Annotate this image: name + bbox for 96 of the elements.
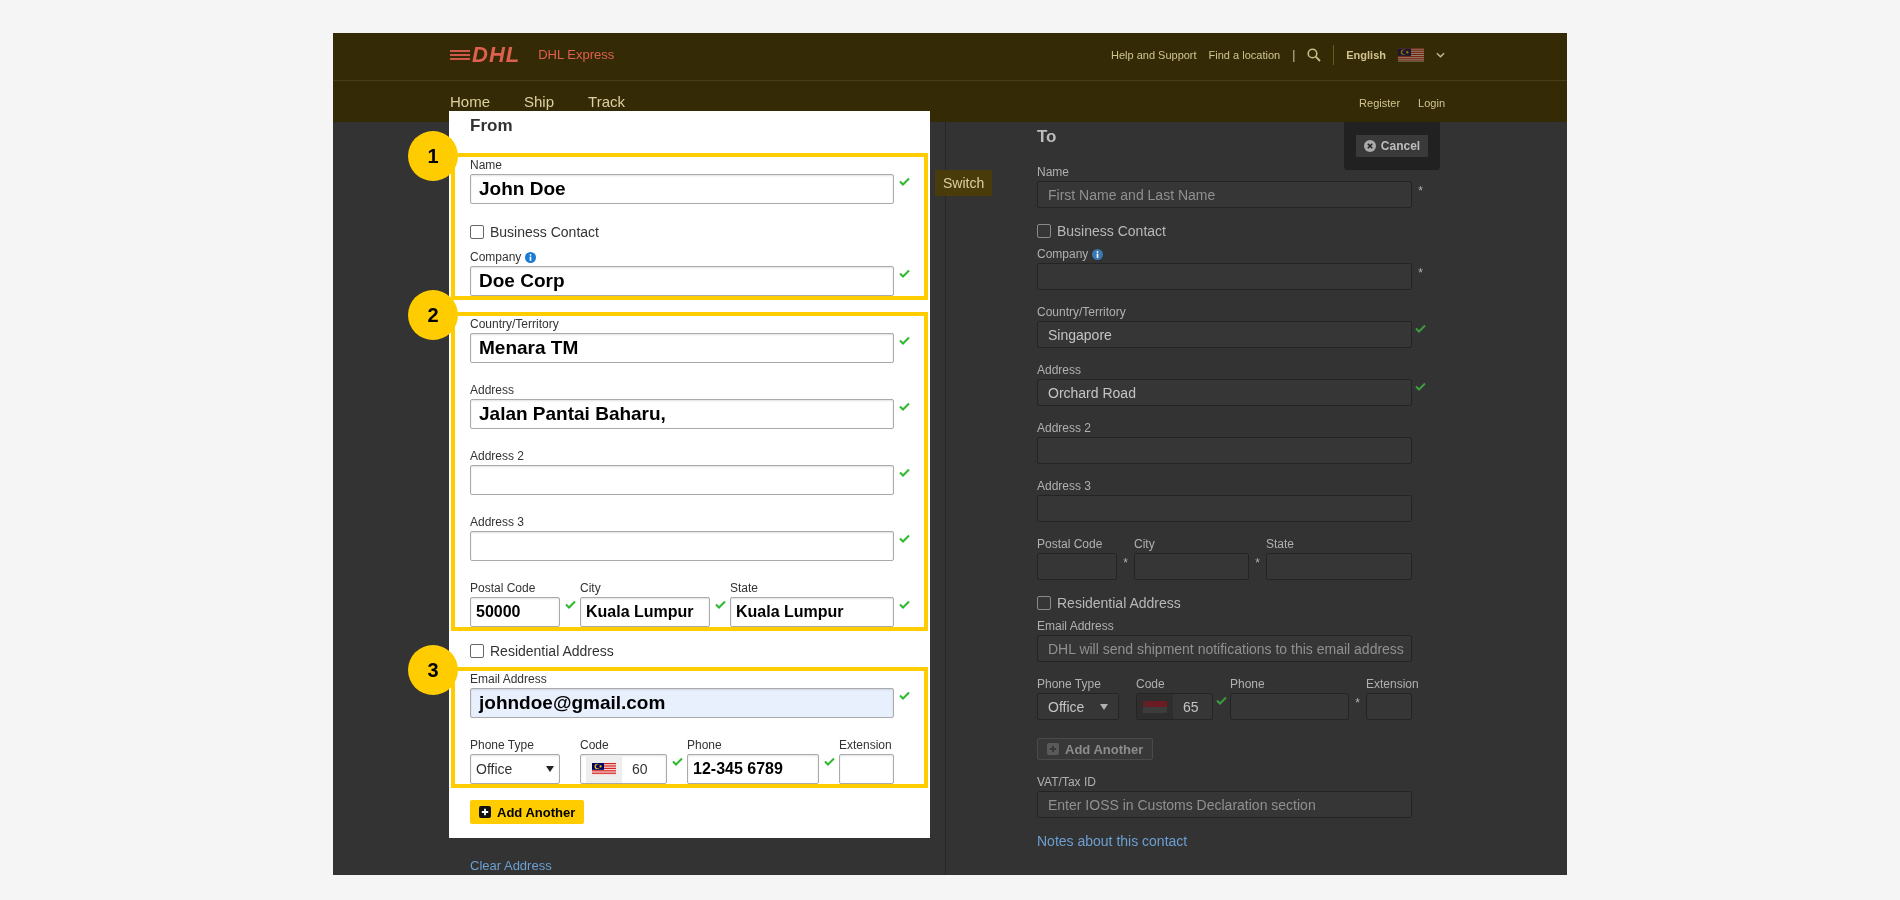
nav-link[interactable]: Ship	[524, 93, 555, 110]
field-label: Code	[580, 738, 610, 752]
checkbox-label[interactable]: Business Contact	[490, 224, 599, 240]
flag-icon	[1143, 700, 1167, 713]
separator-text: |	[1292, 47, 1296, 62]
checkbox-label[interactable]: Residential Address	[490, 643, 614, 659]
field-label: City	[580, 581, 602, 595]
input-field[interactable]: Enter IOSS in Customs Declaration section	[1037, 791, 1412, 818]
input-field[interactable]: 50000	[470, 597, 560, 627]
field-label: Extension	[839, 738, 893, 752]
field-label: State	[1266, 537, 1296, 551]
field-label: Email Address	[1037, 619, 1114, 633]
input-field[interactable]: johndoe@gmail.com	[470, 688, 894, 718]
field-label: Address 3	[1037, 479, 1092, 493]
field-label: Company	[470, 250, 522, 264]
plus-icon	[1047, 743, 1059, 755]
checkbox[interactable]	[470, 644, 484, 658]
input-field[interactable]: Singapore	[1037, 321, 1412, 348]
required-asterisk: *	[1418, 184, 1423, 198]
field-label: Phone Type	[1037, 677, 1102, 691]
switch-button[interactable]: Switch	[935, 170, 993, 196]
input-field[interactable]: Jalan Pantai Baharu,	[470, 399, 894, 429]
header-link[interactable]: Help and Support	[1110, 48, 1197, 61]
field-label: City	[1134, 537, 1156, 551]
step-number-badge: 2	[408, 290, 458, 340]
language-selector[interactable]: English	[1346, 48, 1386, 61]
required-asterisk: *	[1123, 556, 1128, 570]
logo-text[interactable]: DHL	[472, 41, 521, 68]
plus-icon	[479, 806, 491, 818]
input-field[interactable]: 60	[580, 754, 667, 784]
field-label: Name	[470, 158, 502, 172]
close-icon	[1363, 140, 1376, 152]
input-field[interactable]: 12-345 6789	[687, 754, 819, 784]
form-title: To	[1037, 128, 1057, 146]
checkbox[interactable]	[1037, 596, 1051, 610]
checkbox[interactable]	[470, 225, 484, 239]
field-label: Postal Code	[1037, 537, 1104, 551]
speed-lines-icon	[450, 48, 470, 61]
input-field[interactable]	[470, 531, 894, 561]
cancel-button[interactable]: Cancel	[1355, 135, 1429, 157]
notes-link[interactable]: Notes about this contact	[1037, 833, 1188, 849]
field-label: VAT/Tax ID	[1037, 775, 1096, 789]
input-field[interactable]: DHL will send shipment notifications to this email address	[1037, 635, 1412, 662]
field-label: Address 2	[1037, 421, 1092, 435]
field-label: Country/Territory	[470, 317, 559, 331]
field-label: Address	[1037, 363, 1082, 377]
checkbox[interactable]	[1037, 224, 1051, 238]
field-label: Company	[1037, 247, 1089, 261]
search-icon[interactable]	[1307, 47, 1322, 62]
field-label: State	[730, 581, 760, 595]
header-link[interactable]: Find a location	[1208, 48, 1281, 61]
field-label: Address 3	[470, 515, 525, 529]
flag-icon[interactable]	[1398, 47, 1424, 62]
field-label: Address	[470, 383, 515, 397]
input-field[interactable]: Orchard Road	[1037, 379, 1412, 406]
input-field[interactable]: 65	[1136, 693, 1213, 720]
nav-link[interactable]: Home	[450, 93, 490, 110]
chevron-down-icon[interactable]	[1436, 51, 1445, 58]
add-another-button[interactable]: Add Another	[470, 800, 585, 824]
field-label: Phone	[687, 738, 723, 752]
field-label: Address 2	[470, 449, 525, 463]
caret-down-icon	[1100, 703, 1108, 710]
input-field[interactable]: Menara TM	[470, 333, 894, 363]
field-label: Name	[1037, 165, 1069, 179]
brand-name: DHL Express	[538, 47, 615, 62]
select-field[interactable]: Office	[1037, 693, 1119, 720]
account-link[interactable]: Register	[1359, 97, 1401, 109]
info-icon[interactable]	[1092, 248, 1104, 260]
flag-icon	[592, 763, 616, 775]
field-label: Postal Code	[470, 581, 537, 595]
caret-down-icon	[546, 766, 554, 772]
input-field[interactable]: Kuala Lumpur	[730, 597, 894, 627]
field-label: Extension	[1366, 677, 1420, 691]
field-label: Country/Territory	[1037, 305, 1126, 319]
field-label: Phone Type	[470, 738, 535, 752]
field-label: Phone	[1230, 677, 1266, 691]
form-title: From	[470, 115, 513, 137]
required-asterisk: *	[1255, 556, 1260, 570]
input-field[interactable]	[839, 754, 894, 784]
required-asterisk: *	[1355, 696, 1360, 710]
input-field[interactable]: Kuala Lumpur	[580, 597, 710, 627]
input-field[interactable]: John Doe	[470, 174, 894, 204]
step-number-badge: 1	[408, 131, 458, 181]
input-field[interactable]	[470, 465, 894, 495]
required-asterisk: *	[1418, 266, 1423, 280]
input-field[interactable]: Doe Corp	[470, 266, 894, 296]
checkbox-label[interactable]: Residential Address	[1057, 595, 1181, 611]
input-field[interactable]: First Name and Last Name	[1037, 181, 1412, 208]
clear-address-link[interactable]: Clear Address	[470, 858, 552, 873]
account-link[interactable]: Login	[1418, 97, 1445, 109]
field-label: Email Address	[470, 672, 547, 686]
checkbox-label[interactable]: Business Contact	[1057, 223, 1166, 239]
select-field[interactable]: Office	[470, 754, 560, 784]
step-number-badge: 3	[408, 645, 458, 695]
field-label: Code	[1136, 677, 1166, 691]
nav-link[interactable]: Track	[588, 93, 625, 110]
